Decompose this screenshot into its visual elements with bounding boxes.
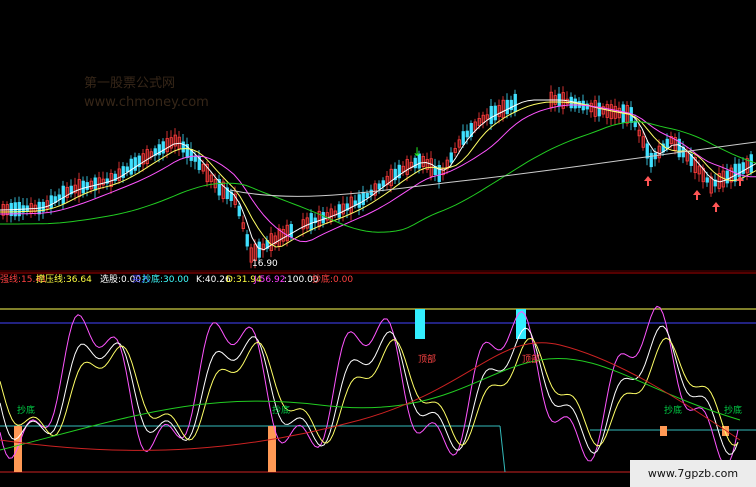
signal-label-2: 抄底 [272, 406, 291, 416]
signal-label-5: 顶部 [418, 355, 437, 365]
ma-line-yellow [0, 101, 756, 248]
signal-label-1: 抄底 [17, 406, 36, 416]
signal-label-3: 抄底 [664, 406, 683, 416]
ma-line-magenta [0, 104, 756, 243]
support-arrow-icon [712, 202, 720, 212]
candle-body [93, 177, 97, 191]
candle-body [489, 105, 493, 125]
top-signal-block [415, 309, 425, 339]
watermark-title: 第一股票公式网 [84, 76, 176, 91]
legend-item: 抄底:0.00 [312, 275, 354, 285]
ma-line-grey [229, 141, 756, 197]
candle-body [749, 154, 753, 173]
bottom-signal-block [722, 426, 729, 436]
bottom-signal-block [268, 426, 276, 472]
candle-body [49, 195, 53, 209]
candle-body [289, 224, 293, 238]
legend-item: 抄底:30.00 [142, 275, 189, 285]
candle-body [365, 193, 369, 198]
price-panel [0, 85, 756, 269]
candle-body [705, 177, 709, 183]
candle-body [741, 162, 745, 174]
candle-body [337, 204, 341, 218]
bottom-signal-block [660, 426, 667, 436]
indicator-panel [0, 305, 756, 473]
candle-body [377, 183, 381, 190]
candle-body [129, 158, 133, 175]
candle-body [577, 101, 581, 108]
candle-body [321, 212, 325, 224]
watermark-url: www.chmoney.com [84, 95, 209, 110]
candle-body [237, 205, 241, 217]
buy-arrow-icon: ↓ [412, 145, 423, 159]
candle-body [449, 152, 453, 163]
candle-body [725, 170, 729, 184]
site-badge[interactable]: www.7gpzb.com [630, 460, 756, 487]
k-line [0, 325, 739, 455]
candle-body [665, 138, 669, 150]
candle-body [125, 166, 129, 173]
candle-body [645, 143, 649, 159]
candle-body [85, 182, 89, 190]
candle-body [257, 241, 261, 258]
candle-body [181, 141, 185, 153]
legend-item: J:56.92 [254, 275, 286, 285]
candle-body [513, 93, 517, 113]
candle-body [61, 185, 65, 204]
candle-body [309, 213, 313, 231]
candle-body [505, 99, 509, 115]
candle-body [493, 105, 497, 121]
candle-body [461, 131, 465, 145]
support-arrow-icon [644, 176, 652, 186]
candle-body [465, 130, 469, 138]
indicator-legend: 强线:15.41 撑压线:36.64 选股:0.00 买入 抄底:30.00 K:40.2… [0, 272, 756, 288]
signal-label-4: 抄底 [724, 406, 743, 416]
signal-label-6: 顶部 [522, 355, 541, 365]
candle-body [81, 180, 85, 194]
candle-body [361, 191, 365, 206]
candle-body [369, 189, 373, 196]
low-price-label: 16.90 [252, 259, 278, 269]
candle-body [649, 152, 653, 168]
legend-item: 撑压线:36.64 [36, 275, 92, 285]
candle-body [193, 156, 197, 162]
support-arrow-icon [693, 190, 701, 200]
candle-body [245, 234, 249, 247]
band-drop-line [499, 425, 506, 473]
bottom-signal-block [14, 426, 22, 472]
candle-body [133, 157, 137, 171]
candle-body [57, 194, 61, 200]
j-line [0, 305, 739, 467]
candle-body [161, 141, 165, 154]
candle-body [597, 102, 601, 117]
candle-body [357, 194, 361, 208]
candle-body [381, 180, 385, 187]
